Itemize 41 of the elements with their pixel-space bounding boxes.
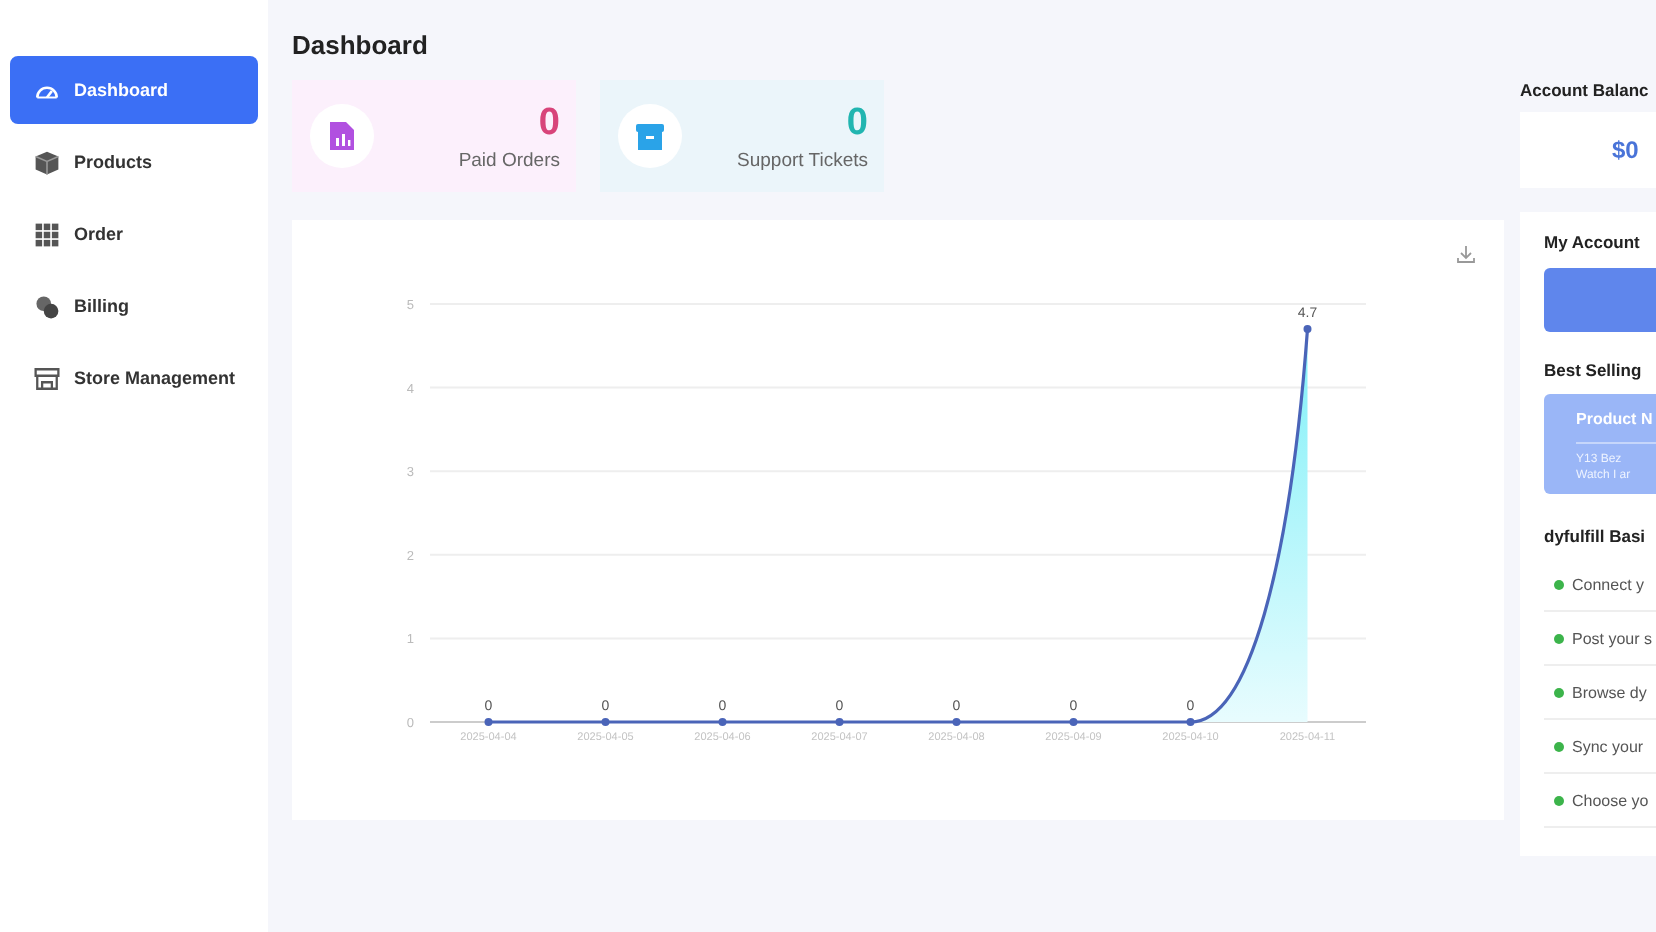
store-icon: [34, 365, 60, 391]
data-point: [601, 718, 610, 726]
section-title: dyfulfill Basi: [1544, 526, 1648, 546]
data-point: [1069, 718, 1078, 726]
section-title: Best Selling: [1544, 360, 1644, 380]
data-point: [835, 718, 844, 726]
stat-value: 0: [846, 101, 868, 145]
stat-value: 0: [538, 101, 560, 145]
balance-value: $0: [1612, 136, 1639, 164]
data-point: [952, 718, 961, 726]
checklist-item[interactable]: Browse dy: [1544, 666, 1656, 720]
data-point: [1303, 325, 1312, 334]
section-title: Account Balanc: [1520, 80, 1651, 100]
coins-icon: [34, 293, 60, 319]
checklist-item[interactable]: Choose yo: [1544, 774, 1656, 828]
sidebar-item[interactable]: Products: [10, 128, 258, 196]
checklist-item[interactable]: Connect y: [1544, 558, 1656, 612]
sidebar-item[interactable]: Dashboard: [10, 56, 258, 124]
bullet-icon: [1554, 795, 1564, 805]
sidebar-item[interactable]: Store Management: [10, 344, 258, 412]
data-point: [718, 718, 727, 726]
section-title: My Account: [1544, 232, 1642, 252]
download-icon[interactable]: [1456, 244, 1476, 264]
page-title: Dashboard: [292, 30, 430, 60]
grid-icon: [34, 221, 60, 247]
stat-label: Support Tickets: [737, 149, 868, 171]
data-point: [1186, 718, 1195, 726]
product-heading: Product N: [1576, 410, 1656, 444]
box-icon: [34, 149, 60, 175]
data-point: [484, 718, 493, 726]
checklist-item[interactable]: Sync your: [1544, 720, 1656, 774]
bullet-icon: [1554, 687, 1564, 697]
checklist-item[interactable]: Post your s: [1544, 612, 1656, 666]
archive-icon: [636, 123, 664, 149]
bullet-icon: [1554, 633, 1564, 643]
sidebar-item[interactable]: Order: [10, 200, 258, 268]
stat-label: Paid Orders: [458, 149, 560, 171]
sidebar-item[interactable]: Billing: [10, 272, 258, 340]
document-chart-icon: [330, 122, 354, 150]
bullet-icon: [1554, 741, 1564, 751]
bullet-icon: [1554, 579, 1564, 589]
